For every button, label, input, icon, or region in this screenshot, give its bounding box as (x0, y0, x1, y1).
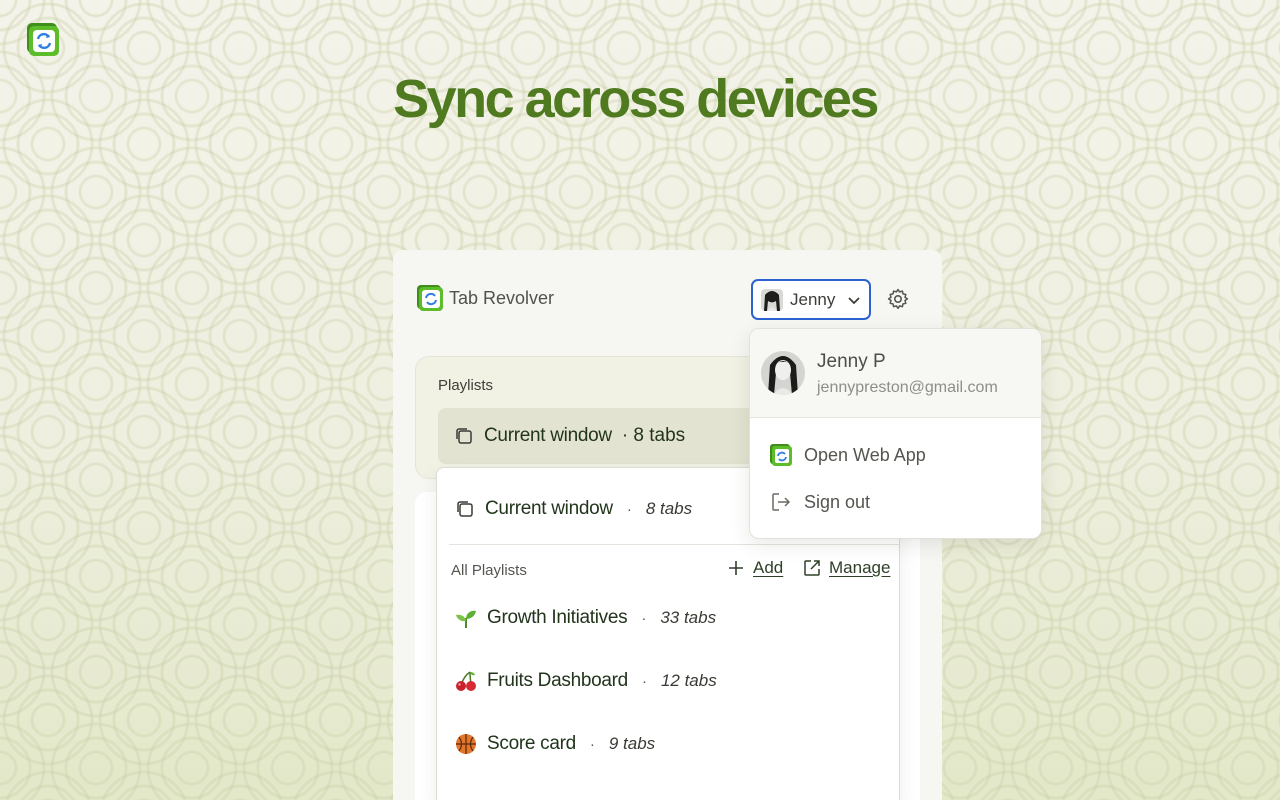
account-header: Jenny P jennypreston@gmail.com (750, 329, 1041, 418)
manage-label: Manage (829, 558, 891, 577)
user-avatar-icon (761, 288, 783, 311)
sign-out-icon (772, 493, 791, 511)
playlist-item[interactable]: Fruits Dashboard · 12 tabs (455, 670, 717, 692)
playlist-item[interactable]: Growth Initiatives · 33 tabs (455, 607, 716, 629)
sign-out-label: Sign out (804, 491, 871, 512)
page-headline: Sync across devices (393, 69, 879, 129)
all-playlists-label: All Playlists (451, 562, 527, 579)
current-window-count: 8 tabs (645, 499, 693, 518)
window-stack-icon (457, 501, 473, 517)
basketball-icon (456, 734, 476, 754)
seedling-icon (456, 610, 476, 628)
app-name: Tab Revolver (449, 287, 555, 308)
selected-playlist-count: · 8 tabs (621, 425, 686, 446)
add-label: Add (753, 558, 784, 577)
playlist-selector[interactable]: Current window · 8 tabs (438, 408, 768, 464)
separator-dot: · (641, 609, 647, 627)
plus-icon (729, 561, 743, 575)
tab-revolver-logo-icon (417, 285, 443, 311)
separator-dot: · (626, 500, 632, 518)
playlist-tab-count: 12 tabs (660, 671, 717, 690)
playlist-name: Fruits Dashboard (487, 670, 628, 691)
app-brand: Tab Revolver (417, 285, 554, 311)
playlist-tab-count: 33 tabs (660, 608, 717, 627)
external-link-icon (804, 560, 820, 576)
window-stack-icon (456, 428, 472, 444)
tab-revolver-logo-icon (27, 23, 59, 56)
account-menu: Jenny P jennypreston@gmail.com Open Web … (749, 328, 1042, 539)
current-window-name: Current window (485, 498, 613, 519)
gear-icon[interactable] (886, 287, 910, 311)
playlist-item[interactable]: Score card · 9 tabs (455, 733, 655, 755)
account-email: jennypreston@gmail.com (817, 379, 998, 396)
playlist-name: Growth Initiatives (487, 607, 628, 628)
cherries-icon (456, 671, 476, 691)
playlist-name: Score card (487, 733, 576, 754)
user-avatar-icon (761, 351, 805, 395)
add-playlist-button[interactable]: Add (727, 558, 783, 578)
playlists-label: Playlists (438, 377, 494, 394)
manage-playlists-link[interactable]: Manage (803, 558, 890, 578)
sign-out-item[interactable]: Sign out (770, 491, 870, 513)
open-web-app-item[interactable]: Open Web App (770, 444, 926, 466)
user-menu-button[interactable]: Jenny (751, 279, 871, 320)
selected-playlist-name: Current window (484, 425, 612, 446)
dropdown-current-window[interactable]: Current window · 8 tabs (455, 498, 692, 520)
account-name: Jenny P (817, 351, 886, 372)
user-menu-label: Jenny (790, 289, 836, 309)
tab-revolver-logo-icon (770, 444, 792, 466)
chevron-down-icon (848, 296, 861, 304)
open-web-app-label: Open Web App (804, 444, 926, 465)
separator-dot: · (589, 735, 595, 753)
divider (449, 544, 899, 545)
playlist-tab-count: 9 tabs (608, 734, 656, 753)
separator-dot: · (641, 672, 647, 690)
